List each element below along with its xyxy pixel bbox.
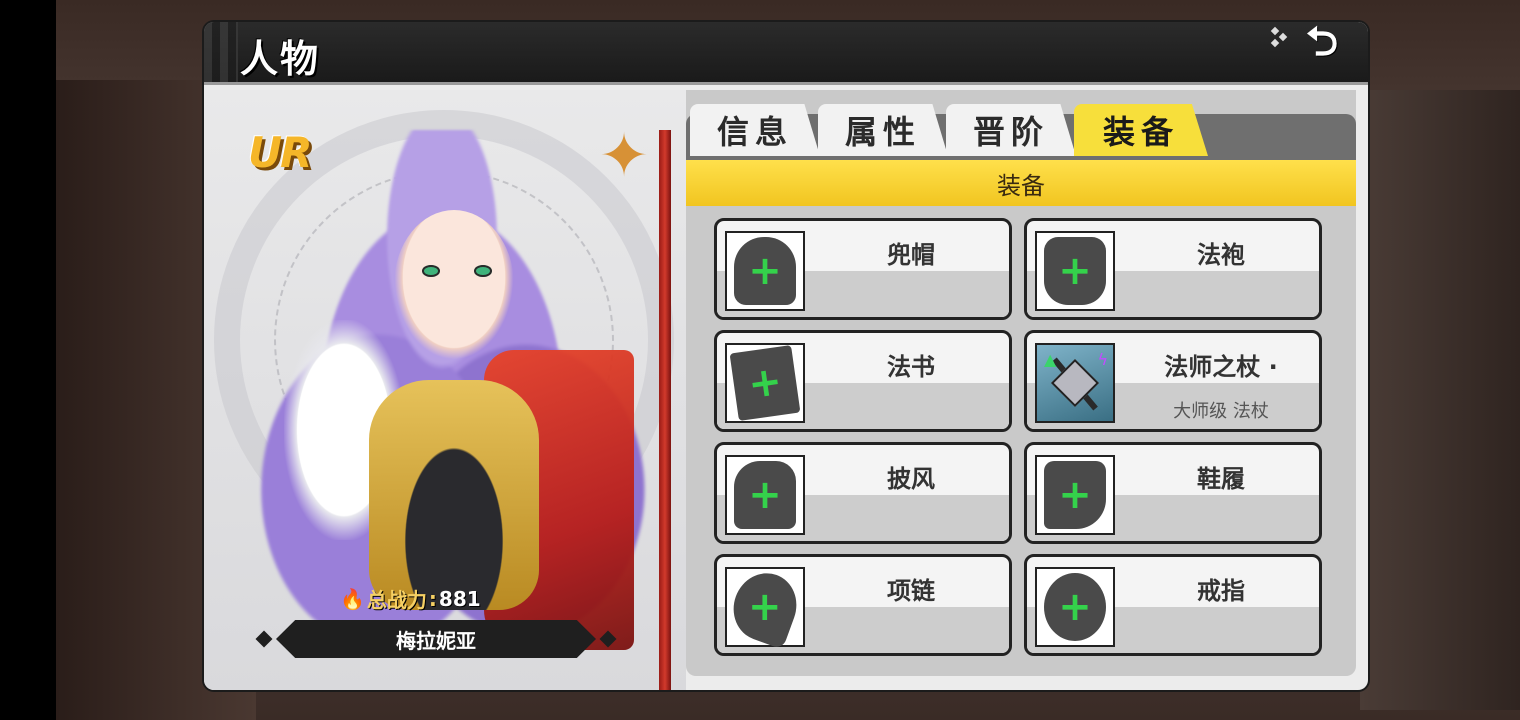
equipment-slots: + 兜帽 + 法袍 + 法书 ▲ ϟ 法师之杖 · 大师级 法杖 + 披风 + … <box>714 218 1326 662</box>
slot-robe-icon-box: + <box>1035 231 1115 311</box>
flame-icon: 🔥 <box>340 586 365 611</box>
slot-spellbook-icon-box: + <box>725 343 805 423</box>
slot-staff[interactable]: ▲ ϟ 法师之杖 · 大师级 法杖 <box>1024 330 1322 432</box>
plus-icon: + <box>748 583 782 630</box>
green-arrow-icon: ▲ <box>1044 350 1057 369</box>
slot-hood[interactable]: + 兜帽 <box>714 218 1012 320</box>
tab-info-label: 信息 <box>716 113 793 151</box>
power-value: 881 <box>438 586 481 611</box>
plus-icon: + <box>1058 248 1092 294</box>
ring-icon: + <box>1044 573 1106 641</box>
slot-hood-icon-box: + <box>725 231 805 311</box>
character-face <box>394 210 514 360</box>
character-armor <box>369 380 539 610</box>
robe-icon: + <box>1044 237 1106 305</box>
hero-portrait: UR ✦ 🔥 总战力 : 881 梅拉妮亚 <box>204 90 686 690</box>
cloak-icon: + <box>734 461 796 529</box>
slot-spellbook[interactable]: + 法书 <box>714 330 1012 432</box>
slot-staff-icon-box: ▲ ϟ <box>1035 343 1115 423</box>
slot-cloak[interactable]: + 披风 <box>714 442 1012 544</box>
book-icon: + <box>729 345 801 421</box>
slot-ring[interactable]: + 戒指 <box>1024 554 1322 656</box>
slot-name: 法书 <box>887 353 935 381</box>
tab-advance[interactable]: 晋阶 <box>946 104 1076 156</box>
equipment-area: 信息 属性 晋阶 装备 装备 + 兜帽 + 法袍 + 法书 ▲ ϟ 法师之杖 ·… <box>686 90 1356 676</box>
plus-icon: + <box>1058 472 1092 518</box>
slot-boots[interactable]: + 鞋履 <box>1024 442 1322 544</box>
plus-icon: + <box>1058 584 1092 630</box>
power-label: 总战力 <box>366 588 427 612</box>
plus-icon: + <box>748 248 782 294</box>
character-panel: 人物 ⮌ UR ✦ 🔥 总战力 : 881 梅拉妮亚 信息 属性 晋阶 装备 装… <box>204 22 1368 690</box>
slot-boots-icon-box: + <box>1035 455 1115 535</box>
total-power: 🔥 总战力 : 881 <box>340 584 481 613</box>
lightning-icon: ϟ <box>1097 350 1108 369</box>
hood-icon: + <box>734 237 796 305</box>
slot-name: 鞋履 <box>1197 465 1245 493</box>
slot-name: 项链 <box>887 577 935 605</box>
page-title: 人物 <box>240 37 321 81</box>
tab-advance-label: 晋阶 <box>972 113 1049 151</box>
slot-name: 披风 <box>887 465 935 493</box>
rarity-badge: UR <box>248 128 312 177</box>
tab-attributes[interactable]: 属性 <box>818 104 948 156</box>
plus-icon: + <box>745 357 785 409</box>
slot-sub: 大师级 法杖 <box>1173 401 1269 422</box>
tab-equipment-label: 装备 <box>1102 113 1179 151</box>
class-emblem-icon: ✦ <box>598 121 650 191</box>
character-staff <box>659 130 671 690</box>
hero-name: 梅拉妮亚 <box>396 628 476 653</box>
slot-cloak-icon-box: + <box>725 455 805 535</box>
tab-equipment[interactable]: 装备 <box>1074 104 1208 156</box>
header-decoration <box>204 22 238 82</box>
slot-name: 法师之杖 · <box>1164 353 1278 381</box>
tab-info[interactable]: 信息 <box>690 104 820 156</box>
slot-ring-icon-box: + <box>1035 567 1115 647</box>
slot-name: 戒指 <box>1197 577 1245 605</box>
necklace-icon: + <box>724 564 806 650</box>
header-bar: 人物 ⮌ <box>204 22 1368 85</box>
power-colon: : <box>428 586 437 611</box>
tab-attributes-label: 属性 <box>844 113 921 151</box>
character-eye-left <box>422 265 440 277</box>
slot-robe[interactable]: + 法袍 <box>1024 218 1322 320</box>
slot-necklace[interactable]: + 项链 <box>714 554 1012 656</box>
boots-icon: + <box>1044 461 1106 529</box>
section-title: 装备 <box>686 160 1356 206</box>
back-button[interactable]: ⮌ <box>1290 22 1354 72</box>
slot-name: 法袍 <box>1197 241 1245 269</box>
plus-icon: + <box>748 472 782 518</box>
back-arrow-icon: ⮌ <box>1305 22 1339 65</box>
staff-weapon-icon: ▲ ϟ <box>1040 348 1110 418</box>
slot-necklace-icon-box: + <box>724 564 806 650</box>
slot-name: 兜帽 <box>887 241 935 269</box>
character-eye-right <box>474 265 492 277</box>
hero-nameplate: 梅拉妮亚 <box>276 620 596 658</box>
